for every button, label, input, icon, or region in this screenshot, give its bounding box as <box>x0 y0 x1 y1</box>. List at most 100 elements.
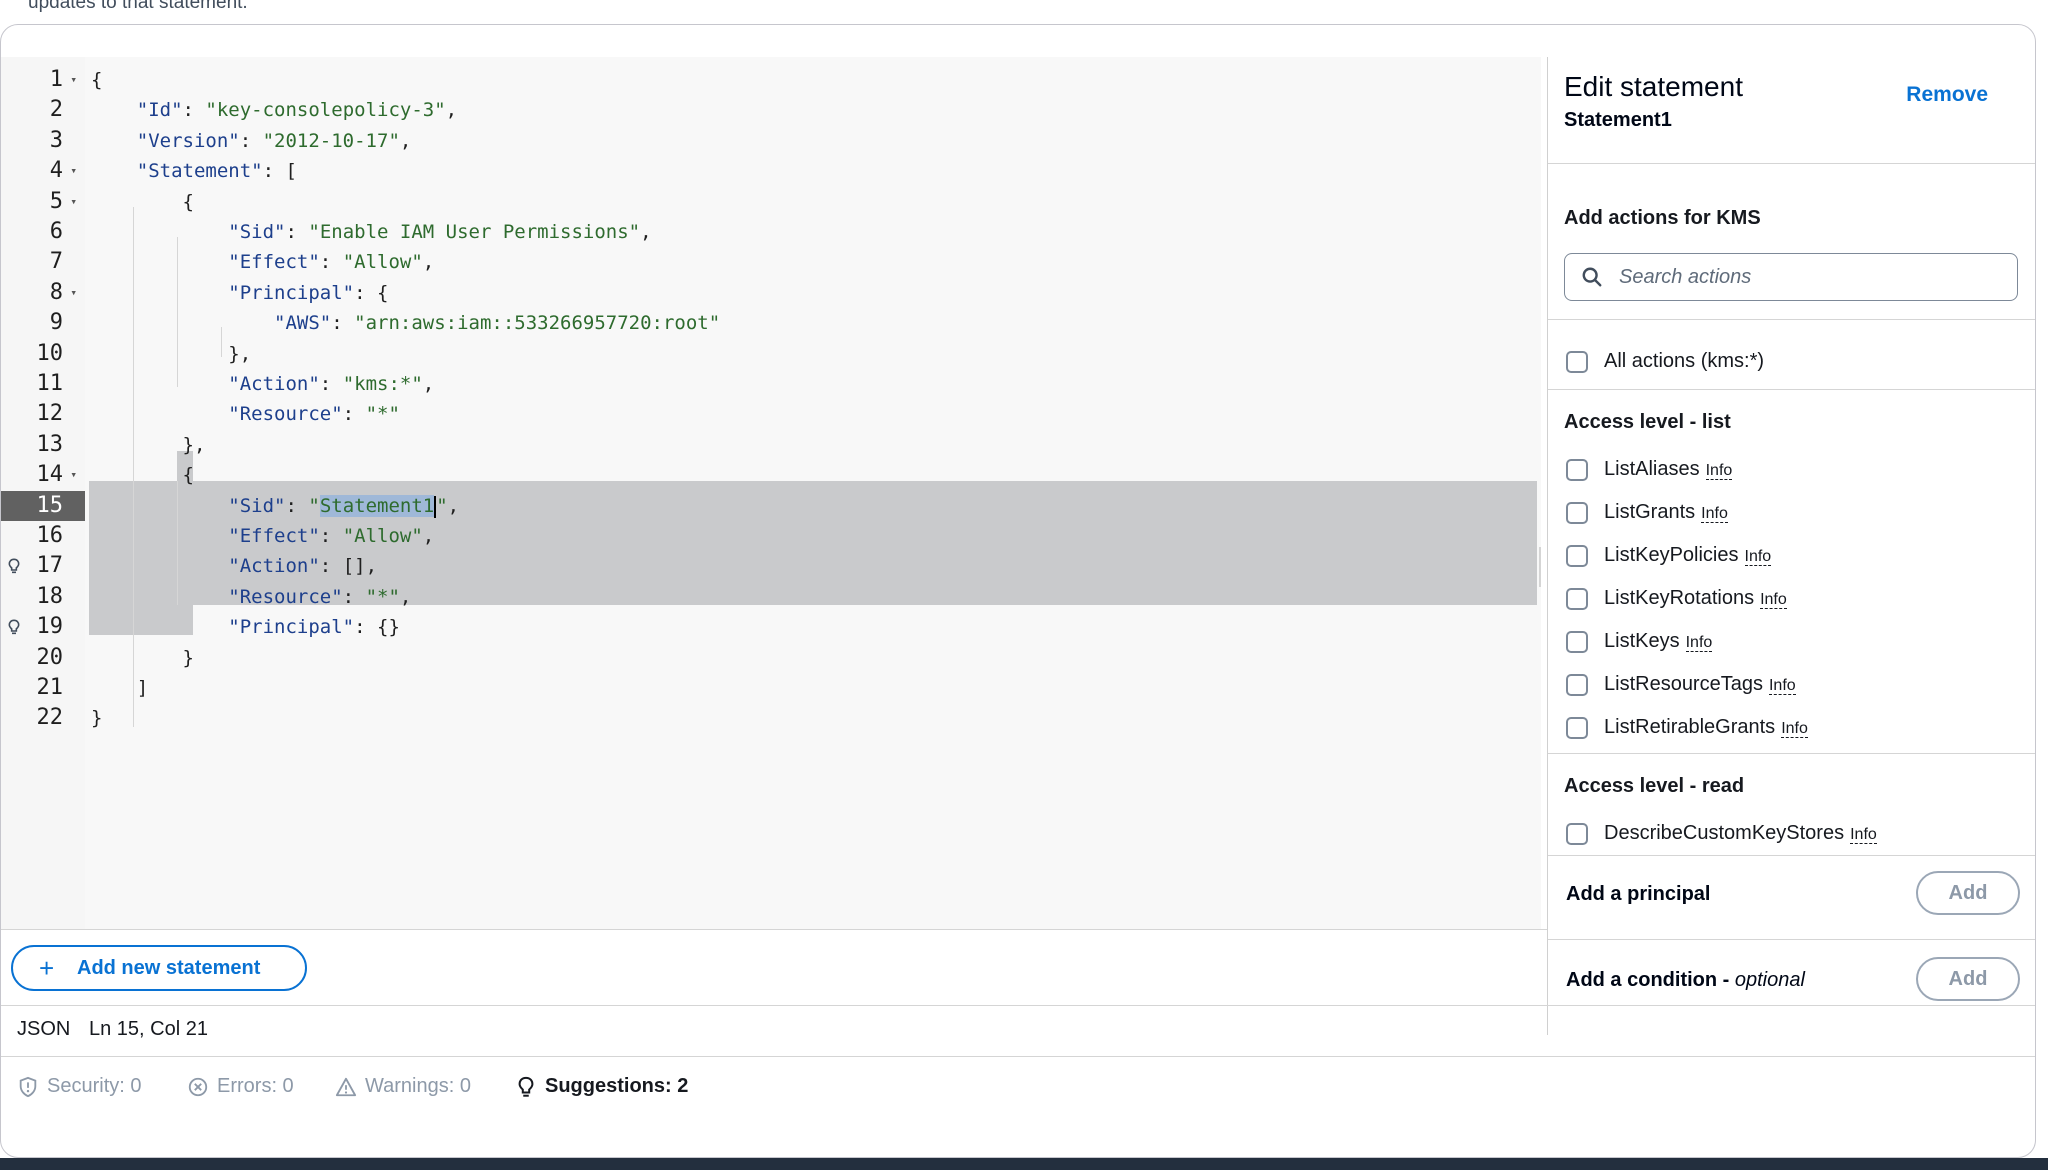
json-string: "arn:aws:iam::533266957720:root" <box>354 312 721 334</box>
code-line[interactable]: "Statement": [ <box>91 156 297 186</box>
json-key: "Statement" <box>136 160 263 182</box>
info-link[interactable]: Info <box>1705 462 1733 480</box>
action-label: ListResourceTags Info <box>1604 673 1796 696</box>
json-key: "Principal" <box>228 616 355 638</box>
fold-toggle-icon[interactable]: ▾ <box>70 278 77 308</box>
line-number-text: 10 <box>36 341 64 366</box>
code-line[interactable]: { <box>91 460 194 490</box>
code-line[interactable]: } <box>91 703 102 733</box>
action-checkbox[interactable] <box>1566 459 1588 481</box>
code-line[interactable]: "Action": [], <box>91 551 377 581</box>
code-line[interactable]: { <box>91 187 194 217</box>
code-line[interactable]: "Version": "2012-10-17", <box>91 126 412 156</box>
action-checkbox[interactable] <box>1566 674 1588 696</box>
json-punctuation: , <box>422 525 435 547</box>
code-line[interactable]: }, <box>91 339 251 369</box>
json-punctuation <box>91 282 228 304</box>
fold-toggle-icon[interactable]: ▾ <box>70 460 77 490</box>
json-key: "Action" <box>228 373 320 395</box>
code-line[interactable]: "Resource": "*" <box>91 399 400 429</box>
add-condition-label: Add a condition - optional <box>1566 969 1805 992</box>
json-punctuation: : <box>342 586 366 608</box>
info-link[interactable]: Info <box>1685 634 1713 652</box>
action-checkbox[interactable] <box>1566 545 1588 567</box>
info-link[interactable]: Info <box>1701 505 1728 523</box>
action-checkbox[interactable] <box>1566 717 1588 739</box>
json-punctuation: , <box>447 495 460 517</box>
json-key: "Principal" <box>228 282 355 304</box>
json-punctuation: } <box>91 707 103 729</box>
json-editor[interactable]: 1 ▾ 2 3 4 ▾ 5 ▾ 6 7 8 ▾ 9 10 11 12 13 14 ▾ 15 16 17 18 19 20 21 22… <box>1 57 1541 929</box>
security-text: Security: 0 <box>47 1075 142 1097</box>
code-line[interactable]: "AWS": "arn:aws:iam::533266957720:root" <box>91 308 720 338</box>
action-label: ListKeyRotations Info <box>1604 587 1787 610</box>
line-number-text: 9 <box>49 310 63 335</box>
action-checkbox[interactable] <box>1566 823 1588 845</box>
json-punctuation <box>91 312 274 334</box>
code-line[interactable]: { <box>91 65 102 95</box>
suggestion-lightbulb-icon[interactable] <box>6 618 22 636</box>
action-name: ListRetirableGrants <box>1604 716 1776 738</box>
json-key: "Id" <box>136 99 183 121</box>
line-number: 11 <box>1 369 85 399</box>
json-key: "Version" <box>136 130 240 152</box>
json-punctuation: [] <box>342 555 366 577</box>
line-number: 14 ▾ <box>1 460 85 490</box>
description-text: updates to that statement. <box>28 0 248 13</box>
code-area[interactable]: { "Id": "key-consolepolicy-3", "Version"… <box>85 57 1541 929</box>
json-punctuation: : <box>319 525 343 547</box>
line-number-text: 17 <box>36 553 64 578</box>
action-checkbox[interactable] <box>1566 502 1588 524</box>
json-punctuation: : <box>319 555 343 577</box>
info-link[interactable]: Info <box>1850 826 1877 844</box>
line-number-text: 15 <box>36 493 64 518</box>
all-actions-checkbox[interactable] <box>1566 351 1588 373</box>
action-name: ListResourceTags <box>1604 673 1763 695</box>
search-actions-input[interactable]: Search actions <box>1564 253 2018 301</box>
code-line[interactable]: "Resource": "*", <box>91 582 411 612</box>
suggestion-lightbulb-icon[interactable] <box>6 557 22 575</box>
code-line[interactable]: "Id": "key-consolepolicy-3", <box>91 95 457 125</box>
add-principal-button[interactable]: Add <box>1916 871 2020 915</box>
add-condition-button[interactable]: Add <box>1916 957 2020 1001</box>
action-name: ListKeyRotations <box>1604 587 1755 609</box>
fold-toggle-icon[interactable]: ▾ <box>70 187 77 217</box>
action-checkbox[interactable] <box>1566 631 1588 653</box>
action-name: ListAliases <box>1604 458 1700 480</box>
line-number: 21 <box>1 673 85 703</box>
info-link[interactable]: Info <box>1744 548 1772 566</box>
code-line[interactable]: } <box>91 643 194 673</box>
json-punctuation: , <box>399 130 412 152</box>
panel-resize-handle[interactable] <box>1539 547 1541 587</box>
code-line[interactable]: "Sid": "Statement1 ", <box>91 491 459 521</box>
info-link[interactable]: Info <box>1768 677 1796 695</box>
line-number: 19 <box>1 612 85 642</box>
line-number-text: 5 <box>49 189 63 214</box>
action-checkbox[interactable] <box>1566 588 1588 610</box>
line-number: 4 ▾ <box>1 156 85 186</box>
json-punctuation: : <box>239 130 263 152</box>
code-line[interactable]: }, <box>91 430 206 460</box>
json-key: "Effect" <box>228 251 320 273</box>
code-line[interactable]: ] <box>91 673 148 703</box>
info-link[interactable]: Info <box>1781 720 1808 738</box>
json-punctuation <box>91 251 228 273</box>
code-line[interactable]: "Sid": "Enable IAM User Permissions", <box>91 217 651 247</box>
action-label: ListAliases Info <box>1604 458 1733 481</box>
fold-toggle-icon[interactable]: ▾ <box>70 156 77 186</box>
code-line[interactable]: "Principal": {} <box>91 612 400 642</box>
code-line[interactable]: "Action": "kms:*", <box>91 369 434 399</box>
code-line[interactable]: "Principal": { <box>91 278 388 308</box>
add-new-statement-button[interactable]: + Add new statement <box>11 945 307 991</box>
line-number-text: 16 <box>36 523 64 548</box>
json-punctuation: : <box>342 403 366 425</box>
line-number: 9 <box>1 308 85 338</box>
json-string: "Allow" <box>342 251 423 273</box>
json-key: "Action" <box>228 555 320 577</box>
info-link[interactable]: Info <box>1760 591 1787 609</box>
code-line[interactable]: "Effect": "Allow", <box>91 247 434 277</box>
fold-toggle-icon[interactable]: ▾ <box>70 65 77 95</box>
code-line[interactable]: "Effect": "Allow", <box>91 521 434 551</box>
remove-statement-link[interactable]: Remove <box>1906 83 1988 107</box>
line-number: 8 ▾ <box>1 278 85 308</box>
